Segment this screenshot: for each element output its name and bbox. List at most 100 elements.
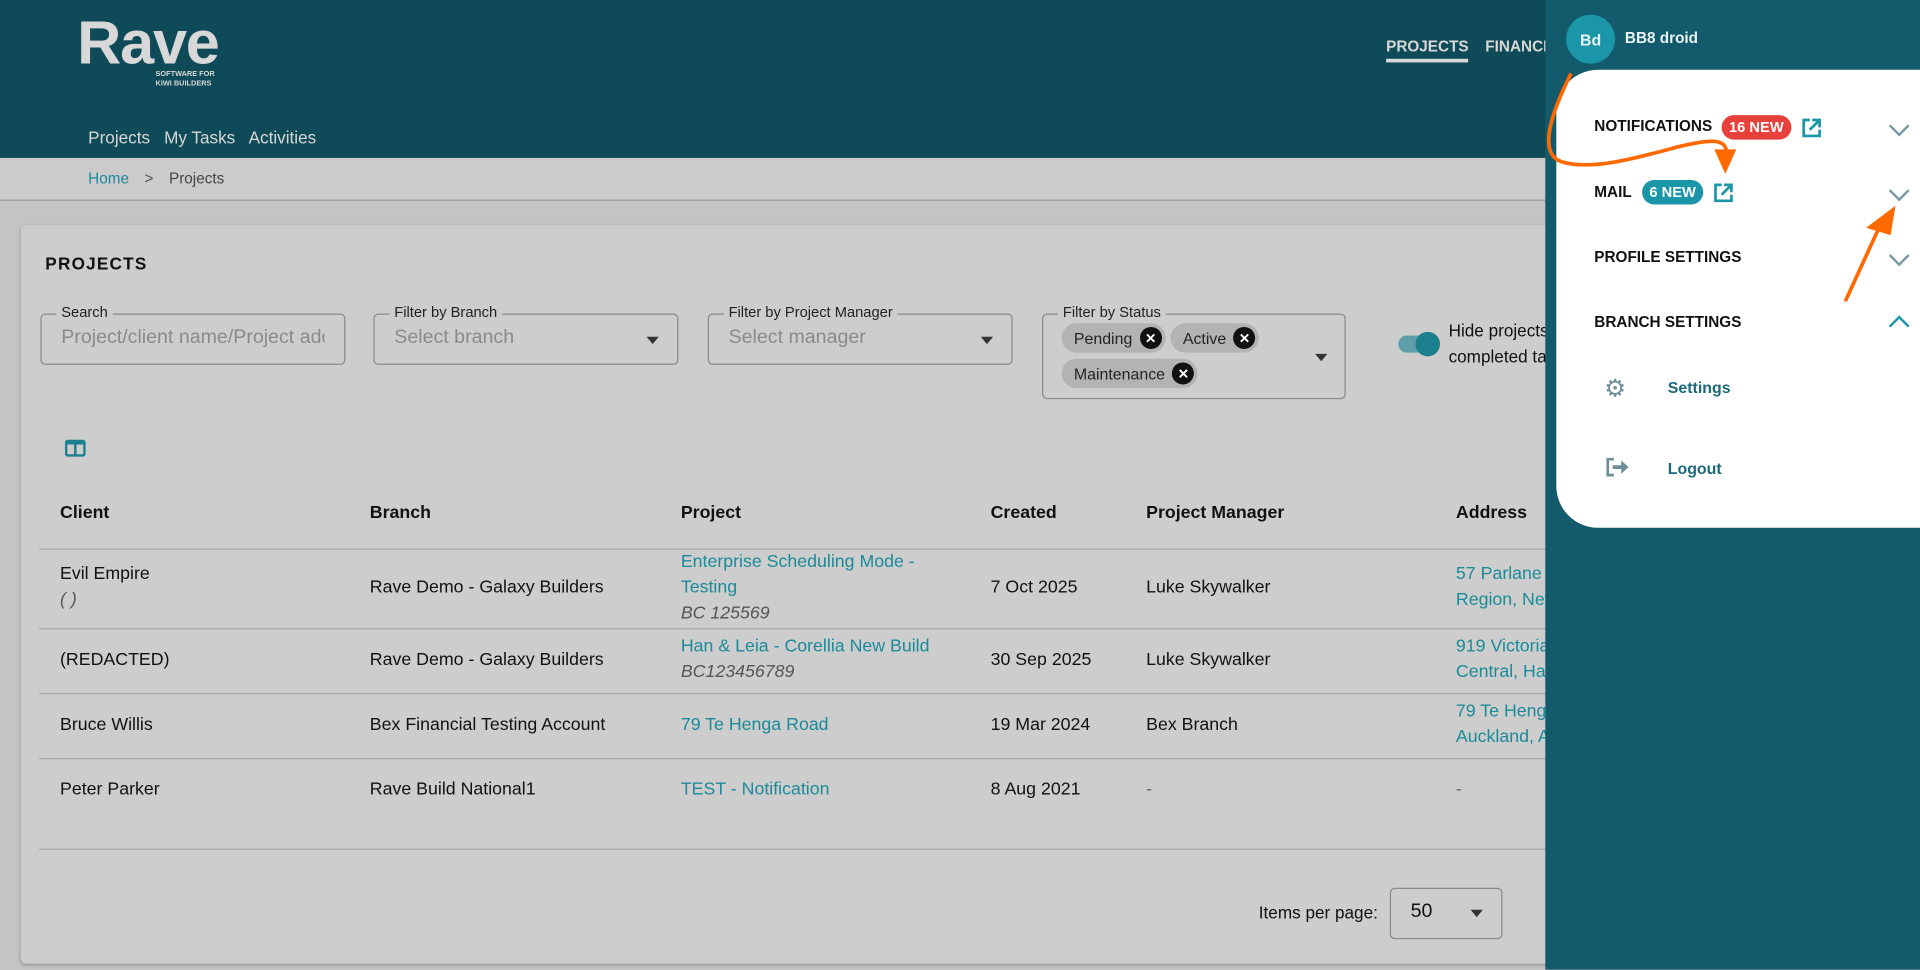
breadcrumb-separator: >: [144, 170, 154, 188]
cell-client: Evil Empire ( ): [60, 562, 150, 613]
branch-placeholder: Select branch: [394, 326, 515, 348]
breadcrumb-current: Projects: [168, 170, 225, 188]
hide-completed-toggle[interactable]: [1398, 331, 1441, 357]
status-chip-maintenance[interactable]: Maintenance ✕: [1061, 358, 1199, 389]
close-icon[interactable]: ✕: [1139, 326, 1162, 349]
user-name: BB8 droid: [1624, 29, 1699, 47]
caret-down-icon: [980, 336, 994, 345]
notifications-label[interactable]: NOTIFICATIONS: [1594, 118, 1712, 135]
address-line: Auckland, A: [1455, 727, 1550, 747]
project-code: BC 125569: [680, 603, 770, 624]
cell-project: Han & Leia - Corellia New Build BC1234567…: [681, 634, 930, 685]
status-chip-active[interactable]: Active ✕: [1170, 323, 1260, 353]
caret-down-icon: [1470, 909, 1483, 918]
close-icon[interactable]: ✕: [1172, 362, 1195, 385]
toggle-knob: [1415, 331, 1441, 357]
cell-client: (REDACTED): [60, 650, 170, 670]
cell-branch: Bex Financial Testing Account: [369, 715, 606, 735]
chip-label: Pending: [1073, 328, 1133, 348]
cell-address[interactable]: 57 Parlane Region, New: [1456, 562, 1558, 613]
external-link-icon[interactable]: [1801, 118, 1822, 139]
cell-manager: Bex Branch: [1146, 715, 1238, 735]
profile-settings-label[interactable]: PROFILE SETTINGS: [1594, 249, 1741, 266]
cell-created: 8 Aug 2021: [990, 780, 1081, 800]
project-link[interactable]: TEST - Notification: [681, 778, 830, 804]
address-line: 57 Parlane: [1455, 564, 1542, 585]
chip-label: Active: [1182, 328, 1227, 348]
col-project[interactable]: Project: [681, 503, 741, 523]
status-chip-pending[interactable]: Pending ✕: [1061, 323, 1166, 353]
manager-placeholder: Select manager: [728, 326, 866, 348]
breadcrumb-home[interactable]: Home: [88, 170, 129, 187]
project-link[interactable]: Testing: [681, 576, 915, 602]
divider: [39, 628, 1558, 630]
items-per-page-label: Items per page:: [1258, 902, 1378, 923]
columns-icon[interactable]: [64, 439, 86, 457]
cell-manager: -: [1146, 780, 1153, 800]
avatar[interactable]: Bd: [1566, 14, 1616, 64]
cell-address: -: [1455, 780, 1462, 800]
search-label: Search: [56, 303, 113, 321]
col-branch[interactable]: Branch: [370, 503, 431, 523]
cell-client: Peter Parker: [60, 780, 160, 800]
project-link[interactable]: Enterprise Scheduling Mode -: [681, 550, 915, 576]
cell-manager: Luke Skywalker: [1146, 650, 1271, 670]
cell-manager: Luke Skywalker: [1146, 577, 1271, 598]
caret-down-icon: [646, 336, 659, 345]
label-line: Hide projects: [1448, 320, 1547, 341]
cell-project: Enterprise Scheduling Mode - Testing BC 12…: [681, 550, 915, 627]
col-address[interactable]: Address: [1456, 503, 1527, 523]
notifications-badge: 16 NEW: [1721, 115, 1792, 140]
subnav-my-tasks[interactable]: My Tasks: [164, 127, 235, 147]
cell-branch: Rave Build National1: [369, 780, 536, 800]
cell-created: 30 Sep 2025: [990, 650, 1092, 670]
external-link-icon[interactable]: [1713, 182, 1734, 203]
mail-badge: 6 NEW: [1642, 180, 1704, 205]
close-icon[interactable]: ✕: [1233, 326, 1256, 349]
col-created[interactable]: Created: [991, 503, 1057, 523]
settings-link[interactable]: Settings: [1668, 378, 1731, 396]
cell-address[interactable]: 79 Te Heng Auckland, A: [1456, 699, 1550, 750]
chip-label: Maintenance: [1073, 364, 1166, 383]
cell-created: 7 Oct 2025: [990, 577, 1078, 598]
divider: [39, 848, 1558, 850]
subnav-projects[interactable]: Projects: [88, 127, 150, 147]
status-select[interactable]: Filter by Status Pending ✕ Active ✕ Mainte…: [1042, 303, 1346, 400]
mail-label[interactable]: MAIL: [1594, 184, 1631, 201]
topnav-financials[interactable]: FINANCI: [1485, 38, 1547, 55]
status-label: Filter by Status: [1057, 303, 1166, 321]
client-sub: ( ): [60, 590, 77, 610]
logo[interactable]: Rave: [77, 7, 220, 78]
branch-settings-label[interactable]: BRANCH SETTINGS: [1594, 313, 1741, 330]
subnav-activities[interactable]: Activities: [249, 127, 317, 147]
address-line: Region, New: [1455, 590, 1558, 610]
project-link[interactable]: 79 Te Henga Road: [681, 713, 829, 739]
branch-select[interactable]: Filter by Branch Select branch: [373, 303, 679, 365]
caret-down-icon: [1315, 353, 1328, 362]
divider: [39, 757, 1558, 760]
manager-label: Filter by Project Manager: [723, 303, 898, 321]
logout-link[interactable]: Logout: [1668, 459, 1722, 477]
cell-client: Bruce Willis: [60, 715, 153, 735]
branch-label: Filter by Branch: [389, 303, 503, 321]
col-manager[interactable]: Project Manager: [1146, 503, 1284, 523]
address-line: 79 Te Heng: [1455, 701, 1547, 722]
topnav-projects[interactable]: PROJECTS: [1386, 38, 1469, 63]
gear-icon: ⚙: [1604, 375, 1627, 403]
tagline-line: KIWI BUILDERS: [155, 80, 212, 89]
search-placeholder: Project/client name/Project address: [61, 326, 324, 348]
logo-tagline: SOFTWARE FOR KIWI BUILDERS: [156, 70, 215, 90]
items-per-page-select[interactable]: 50: [1389, 887, 1503, 940]
search-input[interactable]: Search Project/client name/Project addre…: [40, 303, 346, 365]
cell-branch: Rave Demo - Galaxy Builders: [369, 650, 604, 670]
cell-created: 19 Mar 2024: [990, 715, 1091, 735]
logout-icon: [1606, 457, 1629, 477]
items-per-page-value: 50: [1410, 901, 1433, 923]
page-title: PROJECTS: [45, 253, 148, 274]
divider: [39, 693, 1558, 695]
tagline-line: SOFTWARE FOR: [155, 71, 215, 79]
cell-branch: Rave Demo - Galaxy Builders: [369, 577, 604, 598]
col-client[interactable]: Client: [60, 503, 109, 523]
manager-select[interactable]: Filter by Project Manager Select manager: [707, 303, 1013, 365]
project-link[interactable]: Han & Leia - Corellia New Build: [681, 634, 930, 660]
